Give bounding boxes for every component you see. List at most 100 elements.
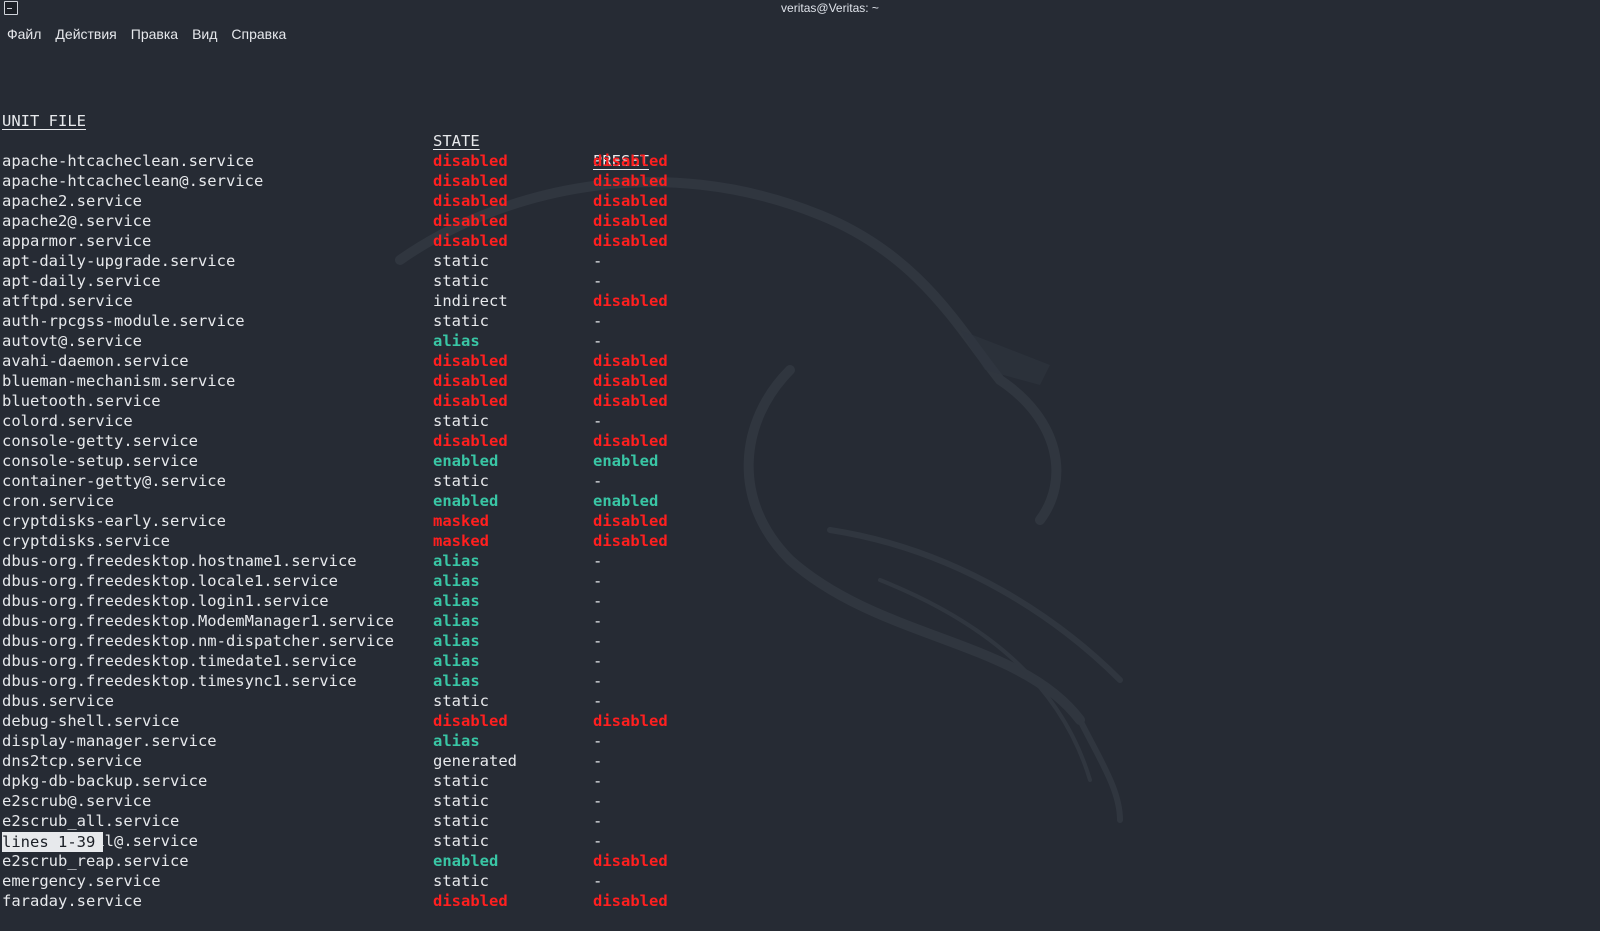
table-row: avahi-daemon.service disabled disabled <box>2 351 668 371</box>
table-row: auth-rpcgss-module.service static - <box>2 311 602 331</box>
table-row: cron.service enabled enabled <box>2 491 658 511</box>
table-row: apt-daily.service static - <box>2 271 602 291</box>
unit-preset: - <box>593 632 603 650</box>
unit-preset: disabled <box>593 712 668 730</box>
unit-preset: - <box>593 652 603 670</box>
unit-state: masked <box>433 512 489 530</box>
unit-preset: disabled <box>593 532 668 550</box>
unit-preset: disabled <box>593 292 668 310</box>
unit-file-name: dns2tcp.service <box>2 752 142 770</box>
unit-state: static <box>433 792 489 810</box>
unit-preset: disabled <box>593 352 668 370</box>
unit-file-name: e2scrub_all.service <box>2 812 180 830</box>
table-row: cryptdisks.service masked disabled <box>2 531 668 551</box>
dragon-wallpaper-art <box>395 177 1123 823</box>
unit-preset: disabled <box>593 152 668 170</box>
column-header-unit-file: UNIT FILE <box>2 112 86 130</box>
unit-preset: - <box>593 252 603 270</box>
table-row: dpkg-db-backup.service static - <box>2 771 602 791</box>
table-row: colord.service static - <box>2 411 602 431</box>
unit-file-name: dbus-org.freedesktop.ModemManager1.servi… <box>2 612 394 630</box>
table-row: dbus-org.freedesktop.ModemManager1.servi… <box>2 611 602 631</box>
unit-file-name: console-getty.service <box>2 432 198 450</box>
unit-state: static <box>433 252 489 270</box>
unit-preset: disabled <box>593 392 668 410</box>
unit-state: disabled <box>433 892 508 910</box>
unit-preset: disabled <box>593 232 668 250</box>
unit-preset: - <box>593 692 603 710</box>
unit-file-name: avahi-daemon.service <box>2 352 189 370</box>
unit-preset: - <box>593 472 603 490</box>
table-row: dbus-org.freedesktop.timesync1.service al… <box>2 671 602 691</box>
unit-file-name: dbus-org.freedesktop.hostname1.service <box>2 552 357 570</box>
unit-file-name: cron.service <box>2 492 114 510</box>
unit-state: alias <box>433 592 480 610</box>
unit-state: static <box>433 692 489 710</box>
table-row: cryptdisks-early.service masked disabled <box>2 511 668 531</box>
unit-preset: - <box>593 752 603 770</box>
unit-file-name: apache2@.service <box>2 212 152 230</box>
unit-preset: disabled <box>593 892 668 910</box>
table-row: container-getty@.service static - <box>2 471 602 491</box>
unit-file-name: dbus.service <box>2 692 114 710</box>
table-row: dbus-org.freedesktop.locale1.service alia… <box>2 571 602 591</box>
unit-preset: - <box>593 792 603 810</box>
unit-preset: disabled <box>593 432 668 450</box>
unit-state: static <box>433 312 489 330</box>
unit-file-name: apache-htcacheclean.service <box>2 152 254 170</box>
unit-state: static <box>433 872 489 890</box>
unit-preset: - <box>593 612 603 630</box>
unit-state: alias <box>433 552 480 570</box>
unit-state: disabled <box>433 152 508 170</box>
unit-preset: disabled <box>593 512 668 530</box>
unit-state: enabled <box>433 852 499 870</box>
table-row: dbus.service static - <box>2 691 602 711</box>
table-row: dbus-org.freedesktop.timedate1.service al… <box>2 651 602 671</box>
unit-preset: enabled <box>593 492 659 510</box>
unit-preset: disabled <box>593 172 668 190</box>
unit-state: enabled <box>433 492 499 510</box>
terminal-output[interactable]: UNIT FILE STATE PRESET apache-htcachecle… <box>2 51 668 931</box>
unit-preset: - <box>593 672 603 690</box>
menu-help[interactable]: Справка <box>224 22 293 46</box>
unit-state: alias <box>433 332 480 350</box>
window-title: veritas@Veritas: ~ <box>781 1 879 15</box>
unit-preset: - <box>593 872 603 890</box>
unit-file-list: apache-htcacheclean.service disabled disab… <box>2 151 668 911</box>
unit-state: disabled <box>433 192 508 210</box>
table-row: faraday.service disabled disabled <box>2 891 668 911</box>
table-row: dbus-org.freedesktop.login1.service alias… <box>2 591 602 611</box>
unit-file-name: console-setup.service <box>2 452 198 470</box>
unit-state: disabled <box>433 712 508 730</box>
unit-state: disabled <box>433 172 508 190</box>
unit-file-name: dbus-org.freedesktop.timedate1.service <box>2 652 357 670</box>
menu-file[interactable]: Файл <box>0 22 48 46</box>
unit-preset: - <box>593 812 603 830</box>
table-row: bluetooth.service disabled disabled <box>2 391 668 411</box>
unit-file-name: atftpd.service <box>2 292 133 310</box>
unit-file-name: apache-htcacheclean@.service <box>2 172 264 190</box>
menu-view[interactable]: Вид <box>185 22 224 46</box>
menu-actions[interactable]: Действия <box>48 22 123 46</box>
unit-file-name: apt-daily-upgrade.service <box>2 252 236 270</box>
pager-status-line: lines 1-39 <box>2 832 104 852</box>
table-row: display-manager.service alias - <box>2 731 602 751</box>
table-row: blueman-mechanism.service disabled disable… <box>2 371 668 391</box>
table-row: e2scrub_reap.service enabled disabled <box>2 851 668 871</box>
unit-state: alias <box>433 632 480 650</box>
table-row: apparmor.service disabled disabled <box>2 231 668 251</box>
unit-file-name: dbus-org.freedesktop.timesync1.service <box>2 672 357 690</box>
unit-state: static <box>433 412 489 430</box>
unit-file-name: cryptdisks-early.service <box>2 512 226 530</box>
unit-preset: disabled <box>593 192 668 210</box>
table-row: autovt@.service alias - <box>2 331 602 351</box>
table-row: atftpd.service indirect disabled <box>2 291 668 311</box>
menu-edit[interactable]: Правка <box>124 22 185 46</box>
unit-state: static <box>433 812 489 830</box>
table-row: dbus-org.freedesktop.nm-dispatcher.servi… <box>2 631 602 651</box>
unit-file-name: cryptdisks.service <box>2 532 170 550</box>
unit-preset: disabled <box>593 852 668 870</box>
menu-bar: Файл Действия Правка Вид Справка <box>0 22 293 46</box>
unit-state: alias <box>433 672 480 690</box>
unit-preset: - <box>593 272 603 290</box>
